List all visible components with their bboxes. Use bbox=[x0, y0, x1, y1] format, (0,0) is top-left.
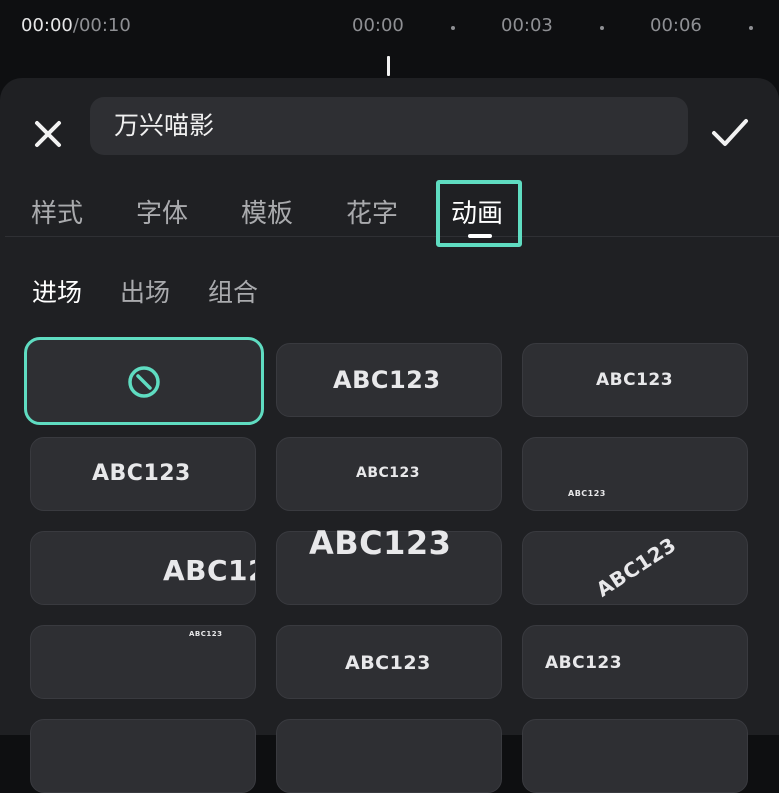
tab-font[interactable]: 字体 bbox=[136, 193, 188, 230]
animation-tile[interactable] bbox=[276, 719, 502, 793]
timeline-tick: 00:00 bbox=[352, 15, 404, 36]
timeline-tick: 00:03 bbox=[501, 15, 553, 36]
playhead[interactable] bbox=[387, 56, 390, 76]
tab-style[interactable]: 样式 bbox=[31, 193, 83, 230]
active-tab-indicator bbox=[468, 234, 492, 238]
animation-tile[interactable]: ABC123 bbox=[276, 625, 502, 699]
timeline-dot bbox=[749, 26, 753, 30]
subtab-out[interactable]: 出场 bbox=[120, 273, 170, 309]
total-time: /00:10 bbox=[72, 15, 131, 36]
tab-template[interactable]: 模板 bbox=[241, 193, 293, 230]
animation-tile[interactable] bbox=[522, 719, 748, 793]
no-symbol-icon bbox=[128, 366, 160, 398]
confirm-button[interactable] bbox=[708, 112, 752, 152]
timeline-tick: 00:06 bbox=[650, 15, 702, 36]
animation-label: ABC123 bbox=[189, 630, 223, 638]
text-input[interactable]: 万兴喵影 bbox=[90, 97, 688, 155]
subtab-combo[interactable]: 组合 bbox=[208, 273, 258, 309]
animation-tile[interactable]: ABC12 bbox=[30, 531, 256, 605]
animation-tile[interactable] bbox=[30, 719, 256, 793]
animation-label: ABC123 bbox=[596, 370, 674, 390]
timeline-header: 00:00/00:10 00:00 00:03 00:06 bbox=[0, 0, 779, 78]
animation-label: ABC123 bbox=[356, 465, 421, 481]
animation-label: ABC123 bbox=[92, 461, 191, 486]
category-tabs: 样式 字体 模板 花字 动画 bbox=[0, 178, 779, 238]
close-button[interactable] bbox=[28, 114, 68, 154]
check-icon bbox=[712, 119, 748, 146]
animation-tile[interactable]: ABC123 bbox=[276, 437, 502, 511]
current-time: 00:00 bbox=[21, 15, 73, 36]
tabs-divider bbox=[5, 236, 779, 237]
animation-label: ABC123 bbox=[545, 653, 623, 673]
animation-tile[interactable]: ABC123 bbox=[522, 531, 748, 605]
animation-label: ABC123 bbox=[333, 366, 441, 394]
animation-none[interactable] bbox=[24, 337, 264, 425]
close-icon bbox=[35, 121, 61, 147]
subtab-in[interactable]: 进场 bbox=[32, 273, 82, 309]
animation-tile[interactable]: ABC123 bbox=[522, 343, 748, 417]
animation-tile[interactable]: ABC123 bbox=[30, 625, 256, 699]
animation-tile[interactable]: ABC123 bbox=[276, 524, 502, 605]
animation-label: ABC12 bbox=[163, 554, 255, 587]
playback-time: 00:00/00:10 bbox=[21, 15, 131, 36]
animation-label: ABC123 bbox=[591, 532, 681, 602]
timeline-dot bbox=[600, 26, 604, 30]
animation-label: ABC123 bbox=[345, 652, 431, 674]
animation-tile[interactable]: ABC123 bbox=[276, 343, 502, 417]
animation-label: ABC123 bbox=[309, 524, 452, 562]
animation-tile[interactable]: ABC123 bbox=[522, 625, 748, 699]
animation-label: ABC123 bbox=[568, 489, 606, 498]
tab-fancy-text[interactable]: 花字 bbox=[346, 193, 398, 230]
timeline-dot bbox=[451, 26, 455, 30]
animation-tile[interactable]: ABC123 bbox=[30, 437, 256, 511]
animation-tile[interactable]: ABC123 bbox=[522, 437, 748, 511]
